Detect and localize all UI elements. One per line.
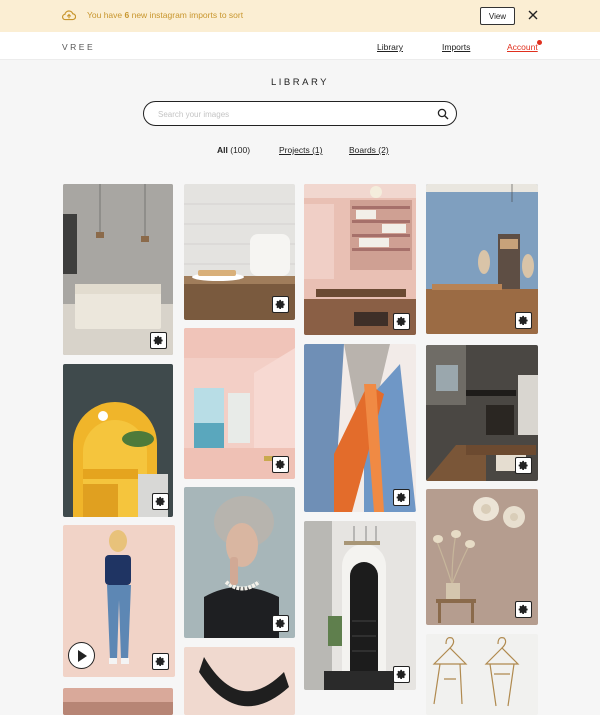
import-banner: You have 6 new instagram imports to sort… bbox=[0, 0, 600, 32]
gear-icon[interactable] bbox=[272, 615, 289, 632]
black-necklace-image bbox=[184, 647, 295, 715]
search-input[interactable] bbox=[158, 107, 428, 121]
image-tile[interactable] bbox=[426, 489, 538, 625]
image-tile[interactable] bbox=[63, 525, 175, 677]
image-tile[interactable] bbox=[304, 184, 416, 335]
gear-icon[interactable] bbox=[393, 489, 410, 506]
logo[interactable]: VREE bbox=[62, 42, 95, 52]
pleated-fabric-image bbox=[304, 344, 416, 512]
nav-account[interactable]: Account bbox=[507, 42, 538, 52]
gear-icon[interactable] bbox=[515, 601, 532, 618]
gear-icon[interactable] bbox=[272, 296, 289, 313]
gear-icon[interactable] bbox=[393, 666, 410, 683]
filter-all[interactable]: All (100) bbox=[217, 145, 250, 155]
hallway-image bbox=[304, 521, 416, 690]
image-tile[interactable] bbox=[63, 688, 173, 715]
image-tile[interactable] bbox=[426, 634, 538, 715]
bedroom-image bbox=[63, 184, 173, 355]
image-tile[interactable] bbox=[304, 521, 416, 690]
image-tile[interactable] bbox=[184, 487, 295, 638]
top-nav: VREE Library Imports Account bbox=[0, 32, 600, 60]
pink-room-image bbox=[63, 688, 173, 715]
image-tile[interactable] bbox=[184, 647, 295, 715]
close-icon[interactable] bbox=[527, 9, 539, 21]
gear-icon[interactable] bbox=[515, 312, 532, 329]
nav-library[interactable]: Library bbox=[377, 42, 403, 52]
hanger-sketch-image bbox=[426, 634, 538, 715]
image-tile[interactable] bbox=[63, 184, 173, 355]
image-tile[interactable] bbox=[304, 344, 416, 512]
play-icon[interactable] bbox=[68, 642, 95, 669]
banner-message: You have 6 new instagram imports to sort bbox=[87, 10, 244, 20]
notification-dot bbox=[537, 40, 542, 45]
cloud-upload-icon bbox=[62, 10, 76, 21]
gear-icon[interactable] bbox=[152, 493, 169, 510]
gear-icon[interactable] bbox=[152, 653, 169, 670]
image-tile[interactable] bbox=[426, 345, 538, 481]
filter-boards[interactable]: Boards (2) bbox=[349, 145, 389, 155]
gear-icon[interactable] bbox=[515, 457, 532, 474]
search-icon[interactable] bbox=[437, 108, 449, 120]
image-tile[interactable] bbox=[426, 184, 538, 334]
image-tile[interactable] bbox=[184, 328, 295, 479]
gear-icon[interactable] bbox=[150, 332, 167, 349]
nav-imports[interactable]: Imports bbox=[442, 42, 470, 52]
gear-icon[interactable] bbox=[393, 313, 410, 330]
view-button[interactable]: View bbox=[480, 7, 515, 25]
page-title: LIBRARY bbox=[271, 77, 329, 88]
image-tile[interactable] bbox=[184, 184, 295, 320]
search-bar bbox=[143, 101, 457, 126]
filter-projects[interactable]: Projects (1) bbox=[279, 145, 322, 155]
gear-icon[interactable] bbox=[272, 456, 289, 473]
image-tile[interactable] bbox=[63, 364, 173, 517]
